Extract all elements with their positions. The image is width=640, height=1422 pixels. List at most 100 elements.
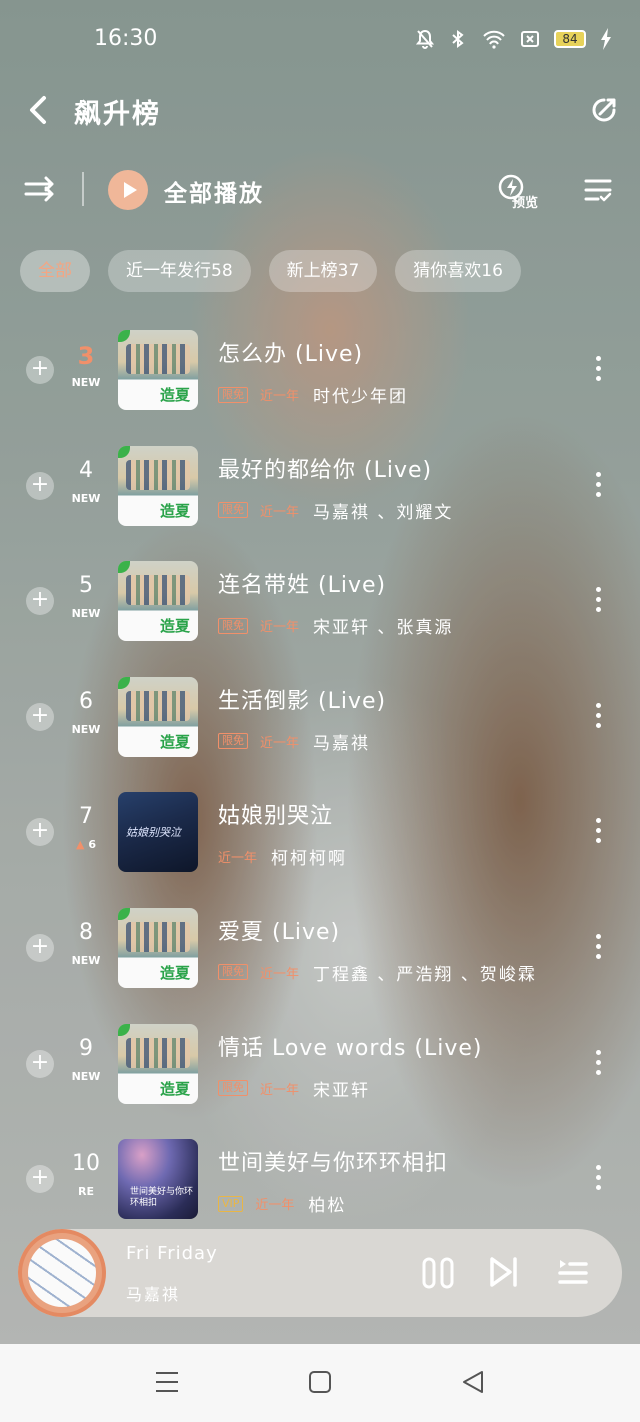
song-meta: VIP 近一年 柏松 bbox=[218, 1191, 346, 1216]
song-title: 生活倒影 (Live) bbox=[218, 688, 387, 714]
cover-logo: 造夏 bbox=[159, 1079, 190, 1098]
song-title: 世间美好与你环环相扣 bbox=[218, 1151, 449, 1177]
song-rank: 9 bbox=[79, 1035, 93, 1061]
song-row[interactable]: + 6 NEW 造夏 生活倒影 (Live) 限免 近一年 马嘉祺 bbox=[0, 671, 640, 787]
now-playing-cover[interactable] bbox=[18, 1229, 106, 1317]
album-cover: 造夏 bbox=[118, 1023, 198, 1104]
charging-icon bbox=[601, 28, 611, 50]
song-artist: 宋亚轩 bbox=[313, 1080, 371, 1101]
filter-chip-all[interactable]: 全部 bbox=[20, 250, 90, 292]
battery-level: 84 bbox=[554, 30, 586, 48]
add-icon[interactable]: + bbox=[26, 818, 54, 847]
play-all-label[interactable]: 全部播放 bbox=[164, 174, 264, 208]
song-artist: 柏松 bbox=[308, 1196, 347, 1217]
add-icon[interactable]: + bbox=[26, 1165, 54, 1194]
status-icons: 84 bbox=[416, 28, 612, 50]
album-cover: 世间美好与你环环相扣 bbox=[118, 1139, 198, 1220]
more-options-icon[interactable] bbox=[596, 933, 602, 960]
rank-badge: NEW bbox=[71, 722, 101, 736]
album-cover: 造夏 bbox=[118, 561, 198, 642]
multi-select-list-icon[interactable] bbox=[584, 178, 612, 202]
preview-label: 预览 bbox=[512, 196, 539, 211]
song-rank: 6 bbox=[79, 688, 93, 714]
free-tag: 限免 bbox=[218, 386, 248, 403]
more-options-icon[interactable] bbox=[596, 1165, 602, 1191]
add-icon[interactable]: + bbox=[26, 587, 54, 616]
cover-logo: 造夏 bbox=[159, 386, 190, 404]
pause-icon[interactable] bbox=[422, 1257, 456, 1289]
add-icon[interactable]: + bbox=[26, 702, 54, 731]
rank-badge: NEW bbox=[71, 1069, 101, 1083]
preview-button[interactable]: 预览 bbox=[498, 174, 542, 211]
song-rank: 5 bbox=[79, 573, 93, 599]
add-icon[interactable]: + bbox=[26, 356, 54, 384]
song-row[interactable]: + 7 ▲ 6 姑娘别哭泣 姑娘别哭泣 近一年 柯柯柯啊 bbox=[0, 786, 640, 902]
song-meta: 限免 近一年 宋亚轩 、张真源 bbox=[218, 613, 453, 638]
playlist-icon[interactable] bbox=[558, 1257, 588, 1289]
free-tag: 限免 bbox=[218, 1080, 248, 1097]
rank-badge: NEW bbox=[71, 607, 101, 621]
song-meta: 限免 近一年 丁程鑫 、严浩翔 、贺峻霖 bbox=[218, 960, 537, 985]
filter-chip-recommended[interactable]: 猜你喜欢16 bbox=[395, 250, 521, 292]
song-row[interactable]: + 8 NEW 造夏 爱夏 (Live) 限免 近一年 丁程鑫 、严浩翔 、贺峻… bbox=[0, 902, 640, 1018]
battery-indicator: 84 bbox=[554, 30, 586, 48]
song-meta: 限免 近一年 马嘉祺 bbox=[218, 729, 370, 754]
album-art bbox=[28, 1239, 96, 1307]
song-meta: 限免 近一年 时代少年团 bbox=[218, 382, 408, 407]
page-title: 飙升榜 bbox=[74, 99, 161, 130]
divider bbox=[82, 172, 84, 206]
play-controls-row: 全部播放 预览 bbox=[0, 168, 640, 212]
song-title: 爱夏 (Live) bbox=[218, 919, 341, 945]
song-title: 情话 Love words (Live) bbox=[218, 1035, 483, 1061]
album-cover: 造夏 bbox=[118, 330, 198, 410]
menu-icon[interactable] bbox=[154, 1370, 180, 1394]
recent-tag: 近一年 bbox=[260, 620, 300, 636]
album-cover: 造夏 bbox=[118, 445, 198, 526]
more-options-icon[interactable] bbox=[596, 818, 602, 844]
home-icon[interactable] bbox=[308, 1370, 332, 1394]
free-tag: 限免 bbox=[218, 617, 248, 634]
song-title: 姑娘别哭泣 bbox=[218, 804, 334, 830]
rank-badge: NEW bbox=[71, 376, 101, 389]
rank-badge: NEW bbox=[71, 491, 101, 505]
song-meta: 近一年 柯柯柯啊 bbox=[218, 844, 347, 869]
recent-tag: 近一年 bbox=[218, 851, 258, 867]
song-row[interactable]: + 9 NEW 造夏 情话 Love words (Live) 限免 近一年 宋… bbox=[0, 1018, 640, 1134]
now-playing-artist: 马嘉祺 bbox=[126, 1285, 181, 1304]
song-row[interactable]: + 5 NEW 造夏 连名带姓 (Live) 限免 近一年 宋亚轩 、张真源 bbox=[0, 555, 640, 671]
song-rank: 4 bbox=[79, 457, 93, 483]
more-options-icon[interactable] bbox=[596, 1049, 602, 1076]
back-icon[interactable] bbox=[460, 1370, 486, 1394]
song-row[interactable]: + 3 NEW 造夏 怎么办 (Live) 限免 近一年 时代少年团 bbox=[0, 324, 640, 440]
play-all-button[interactable] bbox=[108, 170, 148, 210]
add-icon[interactable]: + bbox=[26, 1049, 54, 1078]
recent-tag: 近一年 bbox=[260, 735, 300, 751]
recent-tag: 近一年 bbox=[260, 504, 300, 520]
add-icon[interactable]: + bbox=[26, 933, 54, 962]
recent-tag: 近一年 bbox=[260, 966, 300, 982]
back-arrow-icon[interactable] bbox=[24, 94, 54, 126]
more-options-icon[interactable] bbox=[596, 356, 602, 382]
filter-chip-new-entry[interactable]: 新上榜37 bbox=[268, 250, 378, 292]
status-bar: 16:30 84 bbox=[0, 26, 640, 56]
add-icon[interactable]: + bbox=[26, 471, 54, 500]
filter-chips: 全部 近一年发行58 新上榜37 猜你喜欢16 bbox=[20, 250, 521, 292]
more-options-icon[interactable] bbox=[596, 471, 602, 498]
cover-script: 姑娘别哭泣 bbox=[126, 826, 181, 840]
song-row[interactable]: + 4 NEW 造夏 最好的都给你 (Live) 限免 近一年 马嘉祺 、刘耀文 bbox=[0, 440, 640, 556]
more-options-icon[interactable] bbox=[596, 587, 602, 613]
song-artist: 宋亚轩 、张真源 bbox=[313, 618, 454, 639]
mini-player[interactable]: Fri Friday 马嘉祺 bbox=[18, 1229, 622, 1317]
cover-logo: 造夏 bbox=[159, 617, 190, 636]
share-icon[interactable] bbox=[586, 92, 622, 128]
shuffle-icon[interactable] bbox=[24, 176, 56, 202]
header: 飙升榜 bbox=[0, 88, 640, 132]
song-title: 最好的都给你 (Live) bbox=[218, 457, 433, 483]
next-track-icon[interactable] bbox=[488, 1255, 520, 1289]
more-options-icon[interactable] bbox=[596, 702, 602, 729]
recent-tag: 近一年 bbox=[260, 1082, 300, 1098]
filter-chip-recent-year[interactable]: 近一年发行58 bbox=[108, 250, 251, 292]
song-title: 怎么办 (Live) bbox=[218, 342, 364, 367]
cover-logo: 造夏 bbox=[159, 963, 190, 982]
cover-caption: 世间美好与你环环相扣 bbox=[130, 1187, 194, 1209]
